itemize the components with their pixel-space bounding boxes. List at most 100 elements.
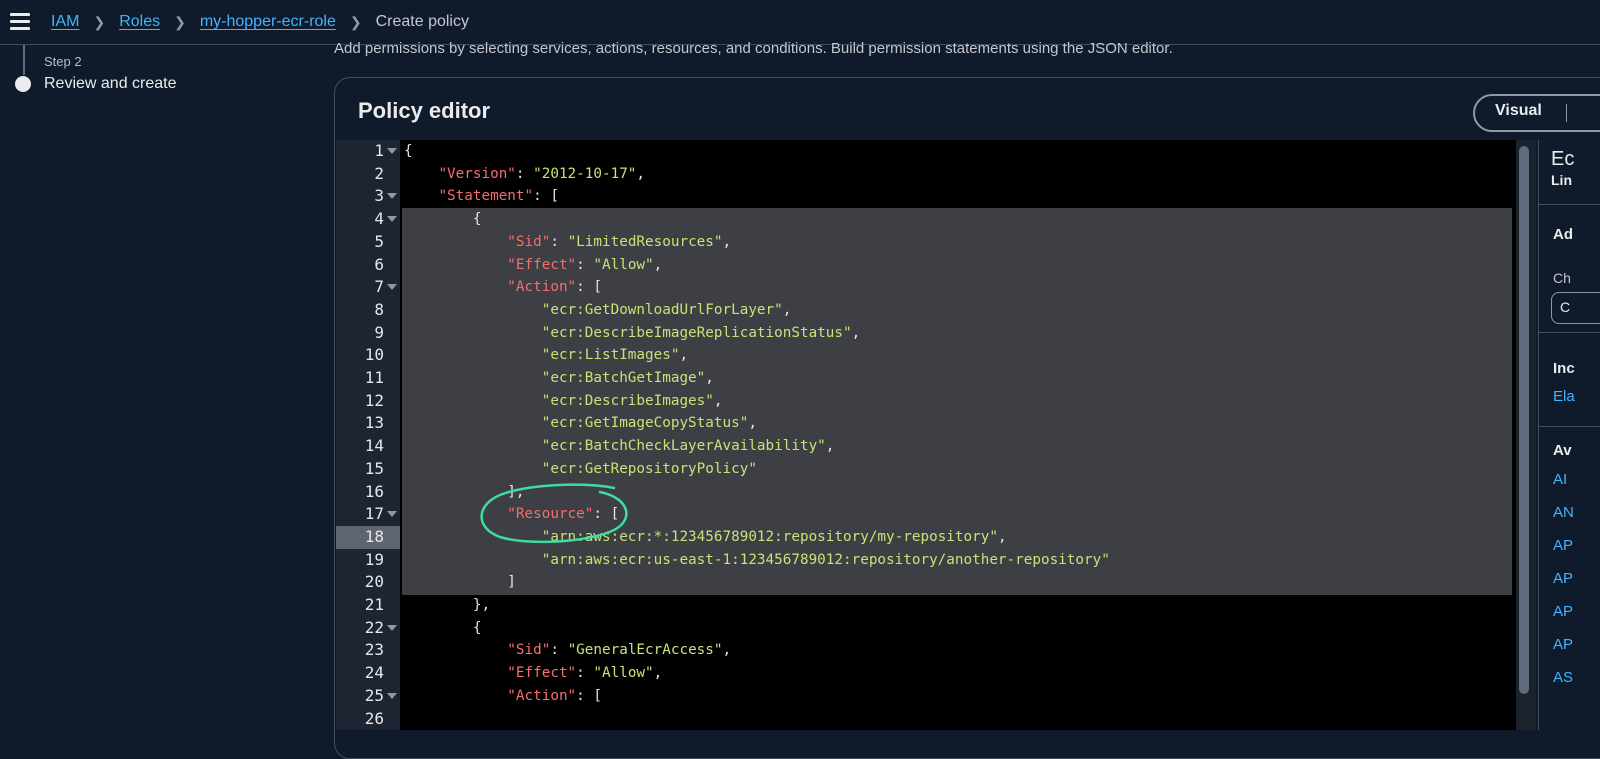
- fold-arrow-icon[interactable]: [387, 692, 397, 699]
- code-text: {: [404, 211, 482, 228]
- divider: [1539, 332, 1600, 333]
- breadcrumb-iam[interactable]: IAM: [51, 13, 79, 31]
- choose-service-select-text: C: [1560, 299, 1571, 315]
- code-line[interactable]: 21 },: [336, 594, 1516, 617]
- breadcrumb-current: Create policy: [375, 13, 469, 30]
- current-step-indicator-icon: [15, 76, 31, 92]
- line-number: 8: [374, 299, 384, 319]
- line-number: 26: [364, 708, 384, 728]
- code-line[interactable]: 17 "Resource": [: [336, 503, 1516, 526]
- line-number: 6: [374, 254, 384, 274]
- visual-mode-button[interactable]: Visual: [1495, 102, 1542, 120]
- code-line[interactable]: 15 "ecr:GetRepositoryPolicy": [336, 458, 1516, 481]
- code-line[interactable]: 4 {: [336, 208, 1516, 231]
- code-text: {: [404, 619, 482, 636]
- breadcrumb-role[interactable]: my-hopper-ecr-role: [200, 13, 336, 31]
- code-line[interactable]: 2 "Version": "2012-10-17",: [336, 163, 1516, 186]
- line-number: 14: [364, 436, 384, 456]
- code-line[interactable]: 1{: [336, 140, 1516, 163]
- available-section-label: Av: [1553, 442, 1572, 459]
- code-line[interactable]: 10 "ecr:ListImages",: [336, 344, 1516, 367]
- breadcrumb: IAM ❯ Roles ❯ my-hopper-ecr-role ❯ Creat…: [51, 0, 469, 44]
- chevron-right-icon: ❯: [174, 13, 186, 30]
- code-line[interactable]: 7 "Action": [: [336, 276, 1516, 299]
- service-link[interactable]: AN: [1553, 504, 1574, 521]
- choose-service-label: Ch: [1553, 270, 1571, 286]
- code-text: ],: [404, 483, 525, 500]
- code-line[interactable]: 26: [336, 708, 1516, 731]
- line-number: 11: [364, 368, 384, 387]
- fold-arrow-icon[interactable]: [387, 193, 397, 200]
- code-line[interactable]: 14 "ecr:BatchCheckLayerAvailability",: [336, 435, 1516, 458]
- code-line[interactable]: 24 "Effect": "Allow",: [336, 662, 1516, 685]
- code-line[interactable]: 6 "Effect": "Allow",: [336, 254, 1516, 277]
- code-line[interactable]: 8 "ecr:GetDownloadUrlForLayer",: [336, 299, 1516, 322]
- choose-service-select[interactable]: C: [1551, 292, 1600, 324]
- code-line[interactable]: 25 "Action": [: [336, 685, 1516, 708]
- line-number: 23: [364, 640, 384, 660]
- code-text: "ecr:DescribeImageReplicationStatus",: [541, 324, 861, 341]
- code-line[interactable]: 3 "Statement": [: [336, 185, 1516, 208]
- service-link[interactable]: AI: [1553, 471, 1567, 488]
- code-line[interactable]: 5 "Sid": "LimitedResources",: [336, 231, 1516, 254]
- add-section-label: Ad: [1553, 226, 1573, 243]
- code-line[interactable]: 9 "ecr:DescribeImageReplicationStatus",: [336, 322, 1516, 345]
- fold-arrow-icon[interactable]: [387, 624, 397, 631]
- code-text: "ecr:GetRepositoryPolicy": [541, 460, 757, 477]
- menu-icon[interactable]: [10, 13, 30, 30]
- fold-arrow-icon[interactable]: [387, 216, 397, 223]
- line-number: 2: [374, 163, 384, 183]
- code-text: "arn:aws:ecr:us-east-1:123456789012:repo…: [541, 551, 1110, 568]
- line-number: 22: [364, 617, 384, 637]
- divider: [1539, 426, 1600, 427]
- code-text: "Sid": "LimitedResources",: [507, 233, 732, 250]
- code-text: "Statement": [: [438, 188, 559, 205]
- service-link[interactable]: AP: [1553, 570, 1573, 587]
- code-line[interactable]: 12 "ecr:DescribeImages",: [336, 390, 1516, 413]
- service-link[interactable]: AS: [1553, 669, 1573, 686]
- editor-scrollbar[interactable]: [1516, 140, 1536, 730]
- service-link[interactable]: AP: [1553, 603, 1573, 620]
- service-link[interactable]: AP: [1553, 537, 1573, 554]
- step-title-review-and-create[interactable]: Review and create: [44, 75, 177, 93]
- code-line[interactable]: 18 "arn:aws:ecr:*:123456789012:repositor…: [336, 525, 1516, 549]
- line-number: 24: [364, 663, 384, 683]
- fold-arrow-icon[interactable]: [387, 284, 397, 291]
- code-text: {: [404, 143, 413, 159]
- code-text: "ecr:BatchCheckLayerAvailability",: [541, 438, 835, 455]
- code-line[interactable]: 13 "ecr:GetImageCopyStatus",: [336, 412, 1516, 435]
- line-number: 10: [364, 345, 384, 365]
- code-text: },: [404, 597, 491, 613]
- scrollbar-thumb[interactable]: [1519, 146, 1529, 694]
- line-number: 20: [364, 572, 384, 592]
- service-side-panel: Ec Lin Ad Ch C Inc Ela Av AI AN AP AP AP…: [1538, 140, 1600, 730]
- chevron-right-icon: ❯: [349, 13, 362, 30]
- panel-title: Policy editor: [358, 98, 491, 123]
- page-description: Add permissions by selecting services, a…: [334, 40, 1173, 57]
- fold-arrow-icon[interactable]: [387, 148, 397, 154]
- json-code-editor[interactable]: 1{2 "Version": "2012-10-17", 3 "Statement…: [336, 140, 1516, 730]
- code-text: "ecr:BatchGetImage",: [541, 370, 714, 386]
- fold-arrow-icon[interactable]: [387, 511, 397, 518]
- service-link[interactable]: AP: [1553, 636, 1573, 653]
- toggle-divider: [1566, 104, 1567, 122]
- included-section-label: Inc: [1553, 360, 1575, 377]
- code-line[interactable]: 16 ],: [336, 481, 1516, 504]
- code-line[interactable]: 11 "ecr:BatchGetImage",: [336, 367, 1516, 390]
- breadcrumb-roles[interactable]: Roles: [119, 13, 160, 31]
- code-text: "ecr:GetDownloadUrlForLayer",: [541, 301, 792, 318]
- code-text: ]: [404, 574, 516, 591]
- code-line[interactable]: 23 "Sid": "GeneralEcrAccess",: [336, 639, 1516, 662]
- wizard-steps: [0, 45, 322, 730]
- code-line[interactable]: 20 ]: [336, 571, 1516, 594]
- code-text: "arn:aws:ecr:*:123456789012:repository/m…: [541, 528, 1007, 545]
- code-text: "Action": [: [507, 279, 602, 296]
- step-connector: [23, 45, 25, 75]
- line-number: 1: [374, 141, 384, 160]
- code-line[interactable]: 19 "arn:aws:ecr:us-east-1:123456789012:r…: [336, 549, 1516, 572]
- included-service-link[interactable]: Ela: [1553, 388, 1575, 405]
- line-number: 16: [364, 481, 384, 501]
- code-line[interactable]: 22 {: [336, 617, 1516, 640]
- code-text: "Action": [: [507, 687, 602, 704]
- line-number: 18: [336, 525, 400, 549]
